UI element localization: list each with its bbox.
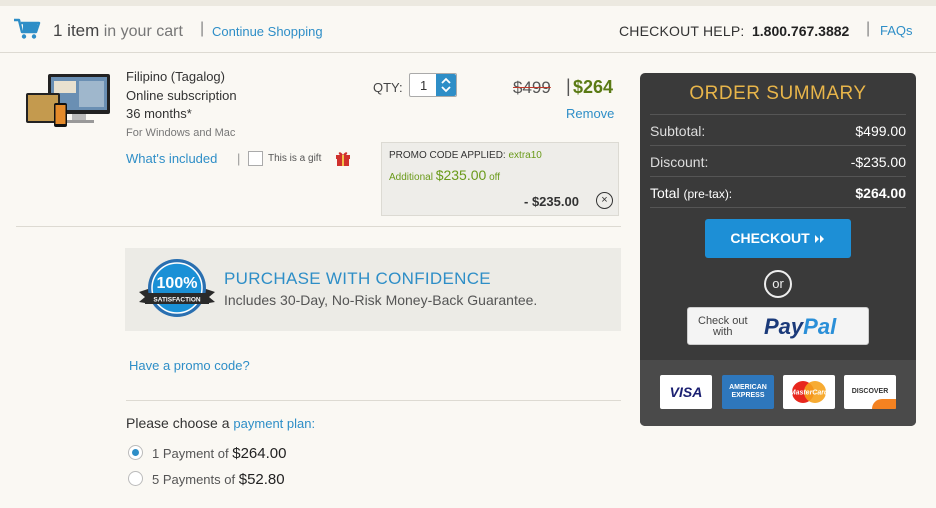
- product-name: Filipino (Tagalog): [126, 69, 225, 84]
- remove-link[interactable]: Remove: [566, 106, 614, 121]
- confidence-banner: 100% SATISFACTION PURCHASE WITH CONFIDEN…: [125, 248, 621, 331]
- mastercard-card-icon: MasterCard: [783, 375, 835, 409]
- subtotal-label: Subtotal:: [650, 123, 706, 139]
- gift-icon: [335, 150, 351, 172]
- checkout-button[interactable]: CHECKOUT: [705, 219, 851, 258]
- subtotal-value: $499.00: [855, 123, 906, 139]
- confidence-subtitle: Includes 30-Day, No-Risk Money-Back Guar…: [224, 292, 538, 308]
- chevron-updown-icon[interactable]: [436, 74, 456, 96]
- or-divider: or: [764, 270, 792, 298]
- promo-additional-line: Additional $235.00 off: [389, 167, 501, 183]
- gift-label: This is a gift: [268, 153, 322, 164]
- payment-plan-title: Please choose a payment plan:: [126, 415, 316, 431]
- summary-divider: [650, 207, 906, 208]
- cart-count-text: 1 item in your cart: [53, 21, 183, 40]
- subtotal-row: Subtotal: $499.00: [650, 114, 906, 144]
- whats-included-link[interactable]: What's included: [126, 151, 217, 166]
- section-divider: [16, 226, 621, 227]
- header-divider: |: [200, 20, 205, 37]
- checkout-help-label: CHECKOUT HELP:: [619, 23, 745, 39]
- badge-percent: 100%: [157, 275, 198, 292]
- product-type: Online subscription: [126, 88, 237, 103]
- promo-discount-amount: - $235.00: [524, 194, 579, 209]
- order-summary-title: ORDER SUMMARY: [689, 83, 867, 104]
- qty-value: 1: [420, 78, 428, 93]
- header-divider: |: [866, 20, 871, 37]
- faqs-link[interactable]: FAQs: [880, 23, 913, 38]
- discounted-price: $264: [573, 77, 614, 97]
- cart-header: 1 item in your cart | Continue Shopping …: [0, 6, 936, 53]
- discover-card-icon: DISCOVER: [844, 375, 896, 409]
- total-value: $264.00: [855, 185, 906, 201]
- remove-promo-close-icon[interactable]: ×: [596, 192, 613, 209]
- payment-plan-radio-1[interactable]: [128, 445, 143, 460]
- product-image: [24, 73, 114, 129]
- badge-text: SATISFACTION: [153, 297, 200, 304]
- shopping-cart-icon[interactable]: [13, 18, 41, 45]
- visa-card-icon: VISA: [660, 375, 712, 409]
- paypal-check-out-text: Check out with: [698, 315, 748, 338]
- product-platform: For Windows and Mac: [126, 127, 236, 139]
- total-label: Total (pre-tax):: [650, 185, 733, 201]
- gift-checkbox[interactable]: [248, 151, 263, 166]
- discount-label: Discount:: [650, 154, 709, 170]
- qty-label: QTY:: [373, 80, 403, 95]
- payment-cards-strip: VISA AMERICAN EXPRESS MasterCard DISCOVE…: [640, 360, 916, 426]
- order-summary-panel: ORDER SUMMARY Subtotal: $499.00 Discount…: [640, 73, 916, 426]
- checkout-help-phone: 1.800.767.3882: [752, 23, 850, 39]
- payment-plan-radio-2[interactable]: [128, 471, 143, 486]
- satisfaction-badge-icon: 100% SATISFACTION: [137, 258, 217, 325]
- product-term: 36 months*: [126, 106, 192, 121]
- divider: |: [237, 151, 241, 166]
- discount-row: Discount: -$235.00: [650, 145, 906, 175]
- paypal-logo: PayPal: [764, 314, 837, 339]
- svg-text:MasterCard: MasterCard: [790, 390, 829, 397]
- discount-value: -$235.00: [850, 154, 906, 170]
- original-price: $499: [513, 78, 551, 97]
- promo-applied-line: PROMO CODE APPLIED: extra10: [389, 150, 542, 161]
- amex-card-icon: AMERICAN EXPRESS: [722, 375, 774, 409]
- paypal-checkout-button[interactable]: Check out with PayPal: [687, 307, 869, 345]
- double-chevron-right-icon: [814, 230, 826, 246]
- section-divider: [126, 400, 621, 401]
- confidence-title: PURCHASE WITH CONFIDENCE: [224, 269, 491, 288]
- price-divider: |: [566, 76, 571, 96]
- payment-plan-option-1[interactable]: 1 Payment of $264.00: [152, 445, 286, 462]
- continue-shopping-link[interactable]: Continue Shopping: [212, 24, 323, 39]
- payment-plan-option-2[interactable]: 5 Payments of $52.80: [152, 471, 285, 488]
- promo-applied-box: PROMO CODE APPLIED: extra10 Additional $…: [381, 142, 619, 216]
- have-promo-code-link[interactable]: Have a promo code?: [129, 358, 250, 373]
- checkout-label: CHECKOUT: [730, 230, 810, 246]
- quantity-stepper[interactable]: 1: [409, 73, 457, 97]
- total-row: Total (pre-tax): $264.00: [650, 176, 906, 206]
